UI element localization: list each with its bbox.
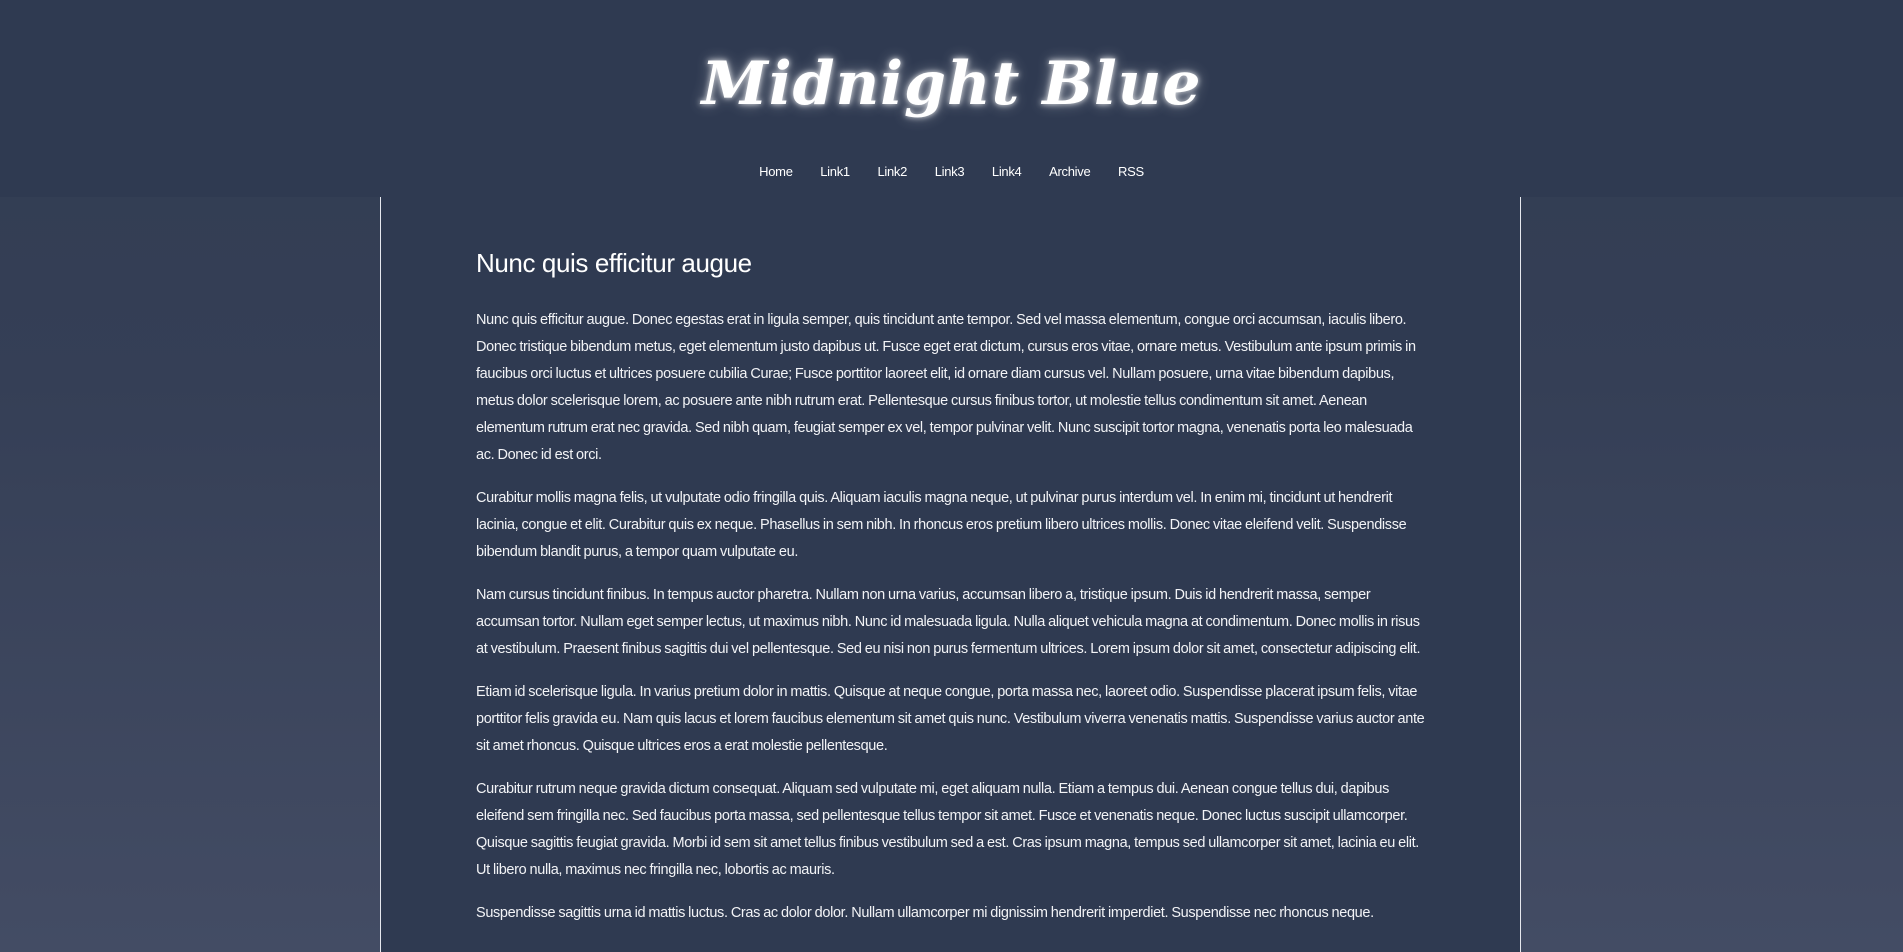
nav-link-link2[interactable]: Link2 bbox=[877, 162, 907, 182]
nav-link-home[interactable]: Home bbox=[759, 162, 793, 182]
article-paragraph: Suspendisse sagittis urna id mattis luct… bbox=[476, 905, 1374, 921]
article: Nunc quis efficitur augue Nunc quis effi… bbox=[476, 243, 1431, 943]
nav-link-archive[interactable]: Archive bbox=[1049, 162, 1091, 182]
site-header: Midnight Blue Home Link1 Link2 Link3 Lin… bbox=[0, 0, 1903, 197]
content-column: Nunc quis efficitur augue Nunc quis effi… bbox=[380, 197, 1521, 952]
article-paragraph: Etiam id scelerisque ligula. In varius p… bbox=[476, 684, 1425, 754]
nav-link-link4[interactable]: Link4 bbox=[992, 162, 1022, 182]
article-paragraph: Nam cursus tincidunt finibus. In tempus … bbox=[476, 587, 1421, 657]
nav-link-rss[interactable]: RSS bbox=[1118, 162, 1144, 182]
article-paragraph: Nunc quis efficitur augue. Donec egestas… bbox=[476, 312, 1416, 463]
article-paragraph: Curabitur rutrum neque gravida dictum co… bbox=[476, 781, 1419, 878]
site-title[interactable]: Midnight Blue bbox=[0, 44, 1903, 124]
article-paragraph: Curabitur mollis magna felis, ut vulputa… bbox=[476, 490, 1407, 560]
nav-link-link1[interactable]: Link1 bbox=[820, 162, 850, 182]
article-title: Nunc quis efficitur augue bbox=[476, 248, 752, 278]
main-nav: Home Link1 Link2 Link3 Link4 Archive RSS bbox=[0, 162, 1903, 182]
nav-link-link3[interactable]: Link3 bbox=[935, 162, 965, 182]
